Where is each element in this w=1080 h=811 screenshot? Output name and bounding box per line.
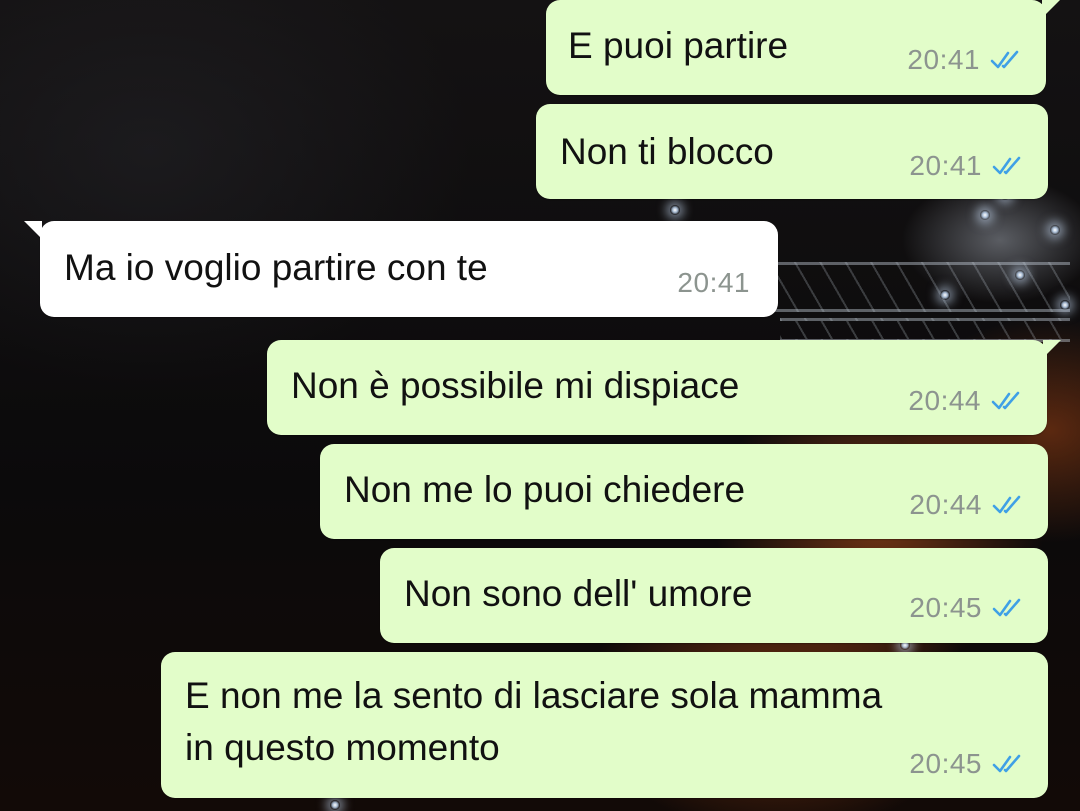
message-bubble-incoming[interactable]: Ma io voglio partire con te 20:41: [24, 221, 778, 317]
message-bubble-outgoing[interactable]: Non sono dell' umore 20:45: [380, 548, 1048, 643]
message-text: Non ti blocco: [560, 131, 774, 172]
message-text: E puoi partire: [568, 25, 789, 66]
bubble-tail: [1043, 340, 1061, 358]
message-text: Non è possibile mi dispiace: [291, 365, 740, 406]
double-check-icon: [992, 495, 1021, 514]
message-text: Non sono dell' umore: [404, 573, 753, 614]
message-meta: 20:41: [909, 150, 1024, 182]
wallpaper-light: [670, 205, 680, 215]
message-bubble-outgoing[interactable]: E puoi partire 20:41: [546, 0, 1060, 95]
double-check-icon: [990, 50, 1019, 69]
bubble-tail: [24, 221, 42, 239]
message-meta: 20:44: [909, 489, 1024, 521]
wallpaper-light: [330, 800, 340, 810]
message-bubble-outgoing[interactable]: Non è possibile mi dispiace 20:44: [267, 340, 1061, 435]
message-timestamp: 20:41: [909, 150, 982, 181]
message-timestamp: 20:45: [909, 592, 982, 623]
wallpaper-truss: [770, 262, 1070, 312]
message-timestamp: 20:41: [677, 267, 750, 298]
double-check-icon: [992, 598, 1021, 617]
bubble-tail: [1042, 0, 1060, 18]
message-text-line: E non me la sento di lasciare sola mamma: [185, 675, 883, 716]
wallpaper-light: [1060, 300, 1070, 310]
message-meta: 20:45: [909, 748, 1024, 780]
double-check-icon: [991, 391, 1020, 410]
wallpaper-truss: [780, 318, 1070, 342]
message-bubble-outgoing[interactable]: Non ti blocco 20:41: [536, 104, 1048, 199]
message-timestamp: 20:41: [907, 44, 980, 75]
message-bubble-outgoing[interactable]: E non me la sento di lasciare sola mamma…: [161, 652, 1048, 798]
message-text: Ma io voglio partire con te: [64, 247, 488, 288]
message-text-line: in questo momento: [185, 727, 500, 768]
message-meta: 20:41: [907, 44, 1022, 76]
message-meta: 20:45: [909, 592, 1024, 624]
double-check-icon: [992, 156, 1021, 175]
wallpaper-light: [940, 290, 950, 300]
double-check-icon: [992, 754, 1021, 773]
wallpaper-light: [980, 210, 990, 220]
message-timestamp: 20:45: [909, 748, 982, 779]
message-meta: 20:41: [677, 267, 750, 299]
message-bubble-outgoing[interactable]: Non me lo puoi chiedere 20:44: [320, 444, 1048, 539]
message-timestamp: 20:44: [908, 385, 981, 416]
message-timestamp: 20:44: [909, 489, 982, 520]
wallpaper-light: [1015, 270, 1025, 280]
wallpaper-light: [1050, 225, 1060, 235]
message-text: Non me lo puoi chiedere: [344, 469, 746, 510]
message-meta: 20:44: [908, 385, 1023, 417]
